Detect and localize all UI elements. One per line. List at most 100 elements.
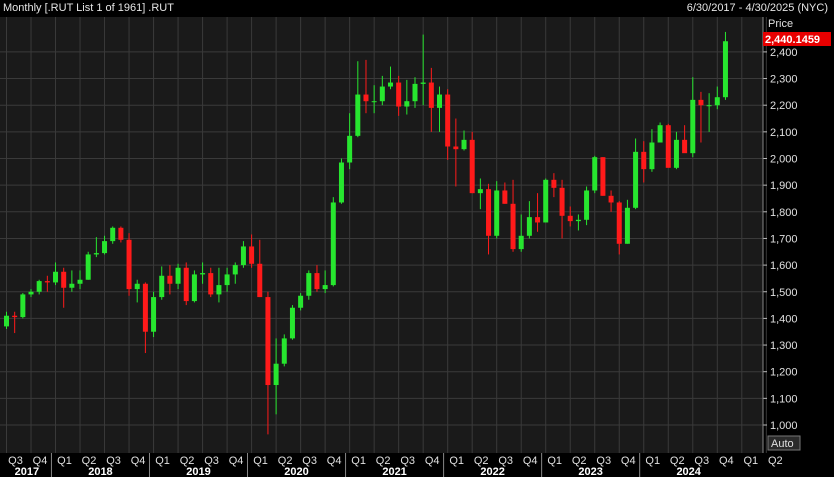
candle (657, 122, 663, 143)
candle-body (298, 295, 304, 308)
year-label: 2020 (284, 466, 308, 477)
candle-body (559, 187, 565, 216)
auto-scale-button[interactable]: Auto (771, 438, 794, 450)
quarter-label: Q1 (351, 455, 366, 467)
candle (469, 131, 475, 194)
candle-body (175, 267, 181, 284)
year-label: 2023 (578, 466, 602, 477)
quarter-label: Q1 (57, 455, 72, 467)
candle-body (216, 285, 222, 295)
price-tick-label: 2,100 (770, 127, 798, 139)
year-label: 2018 (88, 466, 112, 477)
year-label: 2024 (676, 466, 701, 477)
candle-body (437, 94, 443, 108)
candle-body (575, 219, 581, 222)
price-tick-label: 1,100 (770, 393, 798, 405)
year-label: 2019 (186, 466, 210, 477)
candle (20, 293, 26, 319)
candle-body (510, 203, 516, 250)
candle-body (600, 157, 606, 196)
quarter-label: Q4 (621, 455, 636, 467)
candle-body (412, 83, 418, 102)
year-label: 2021 (382, 466, 406, 477)
candle-body (232, 265, 238, 275)
candle (543, 178, 549, 223)
year-label: 2017 (15, 466, 39, 477)
candle-body (387, 82, 393, 87)
quarter-label: Q4 (719, 455, 734, 467)
candle-body (477, 189, 483, 194)
quarter-label: Q4 (131, 455, 146, 467)
price-tick-label: 1,600 (770, 260, 798, 272)
candle-body (183, 267, 189, 302)
candle-body (249, 246, 255, 264)
candle-body (28, 291, 34, 295)
candle (85, 251, 91, 280)
candle-body (167, 275, 173, 284)
quarter-label: Q1 (743, 455, 758, 467)
candle-body (453, 146, 459, 150)
candle (126, 233, 132, 296)
candle (151, 291, 157, 338)
candle-body (404, 101, 410, 107)
candle-body (722, 41, 728, 98)
price-tick-label: 1,900 (770, 180, 798, 192)
chart-title: Monthly [.RUT List 1 of 1961] .RUT (3, 2, 174, 14)
candle (330, 197, 336, 287)
candle-body (396, 82, 402, 107)
candle-body (142, 283, 148, 332)
candle-body (690, 99, 696, 154)
price-axis-title: Price (768, 18, 793, 30)
candle-body (4, 315, 9, 327)
candle (191, 270, 197, 303)
price-tick-label: 1,700 (770, 233, 798, 245)
candle-body (535, 217, 541, 223)
candle-body (12, 315, 18, 318)
candle-body (494, 190, 500, 236)
candle-body (44, 281, 50, 283)
candle-body (85, 254, 91, 280)
quarter-label: Q4 (229, 455, 244, 467)
candle-body (126, 239, 132, 290)
candle-body (665, 125, 671, 168)
candle-body (257, 263, 263, 298)
candle (592, 155, 598, 194)
candle (289, 305, 295, 340)
quarter-label: Q4 (425, 455, 440, 467)
candle-body (61, 271, 67, 288)
price-tick-label: 1,200 (770, 367, 798, 379)
price-tick-label: 2,000 (770, 154, 798, 166)
candle-body (363, 94, 369, 102)
candle-body (134, 283, 140, 290)
candle-body (338, 162, 344, 203)
candle-body (714, 97, 720, 106)
candle (281, 334, 287, 367)
candle-body (110, 227, 116, 242)
candle-body (428, 82, 434, 108)
candle-body (36, 281, 42, 292)
candle-body (698, 99, 704, 106)
candle-body (102, 241, 108, 254)
price-axis: 1,000 1,100 1,200 1,300 1,400 1,500 1,600 1,700… (762, 17, 798, 453)
candle-body (281, 338, 287, 364)
candle (183, 262, 189, 306)
candle-body (379, 86, 385, 102)
candle-body (461, 139, 467, 150)
candle-body (289, 307, 295, 339)
candle-body (633, 151, 639, 208)
candle-body (543, 179, 549, 223)
candle-body (371, 101, 377, 103)
candle-body (240, 246, 246, 266)
quarter-label: Q1 (645, 455, 660, 467)
candle-body (347, 135, 353, 163)
price-tick-label: 1,400 (770, 313, 798, 325)
candle-body (445, 94, 451, 147)
candle-body (265, 297, 271, 386)
quarter-label: Q1 (155, 455, 170, 467)
candle-body (673, 139, 679, 168)
candle (665, 123, 671, 168)
price-tick-label: 1,300 (770, 340, 798, 352)
price-tick-label: 1,800 (770, 207, 798, 219)
candle-body (616, 202, 622, 244)
candle (584, 186, 590, 226)
